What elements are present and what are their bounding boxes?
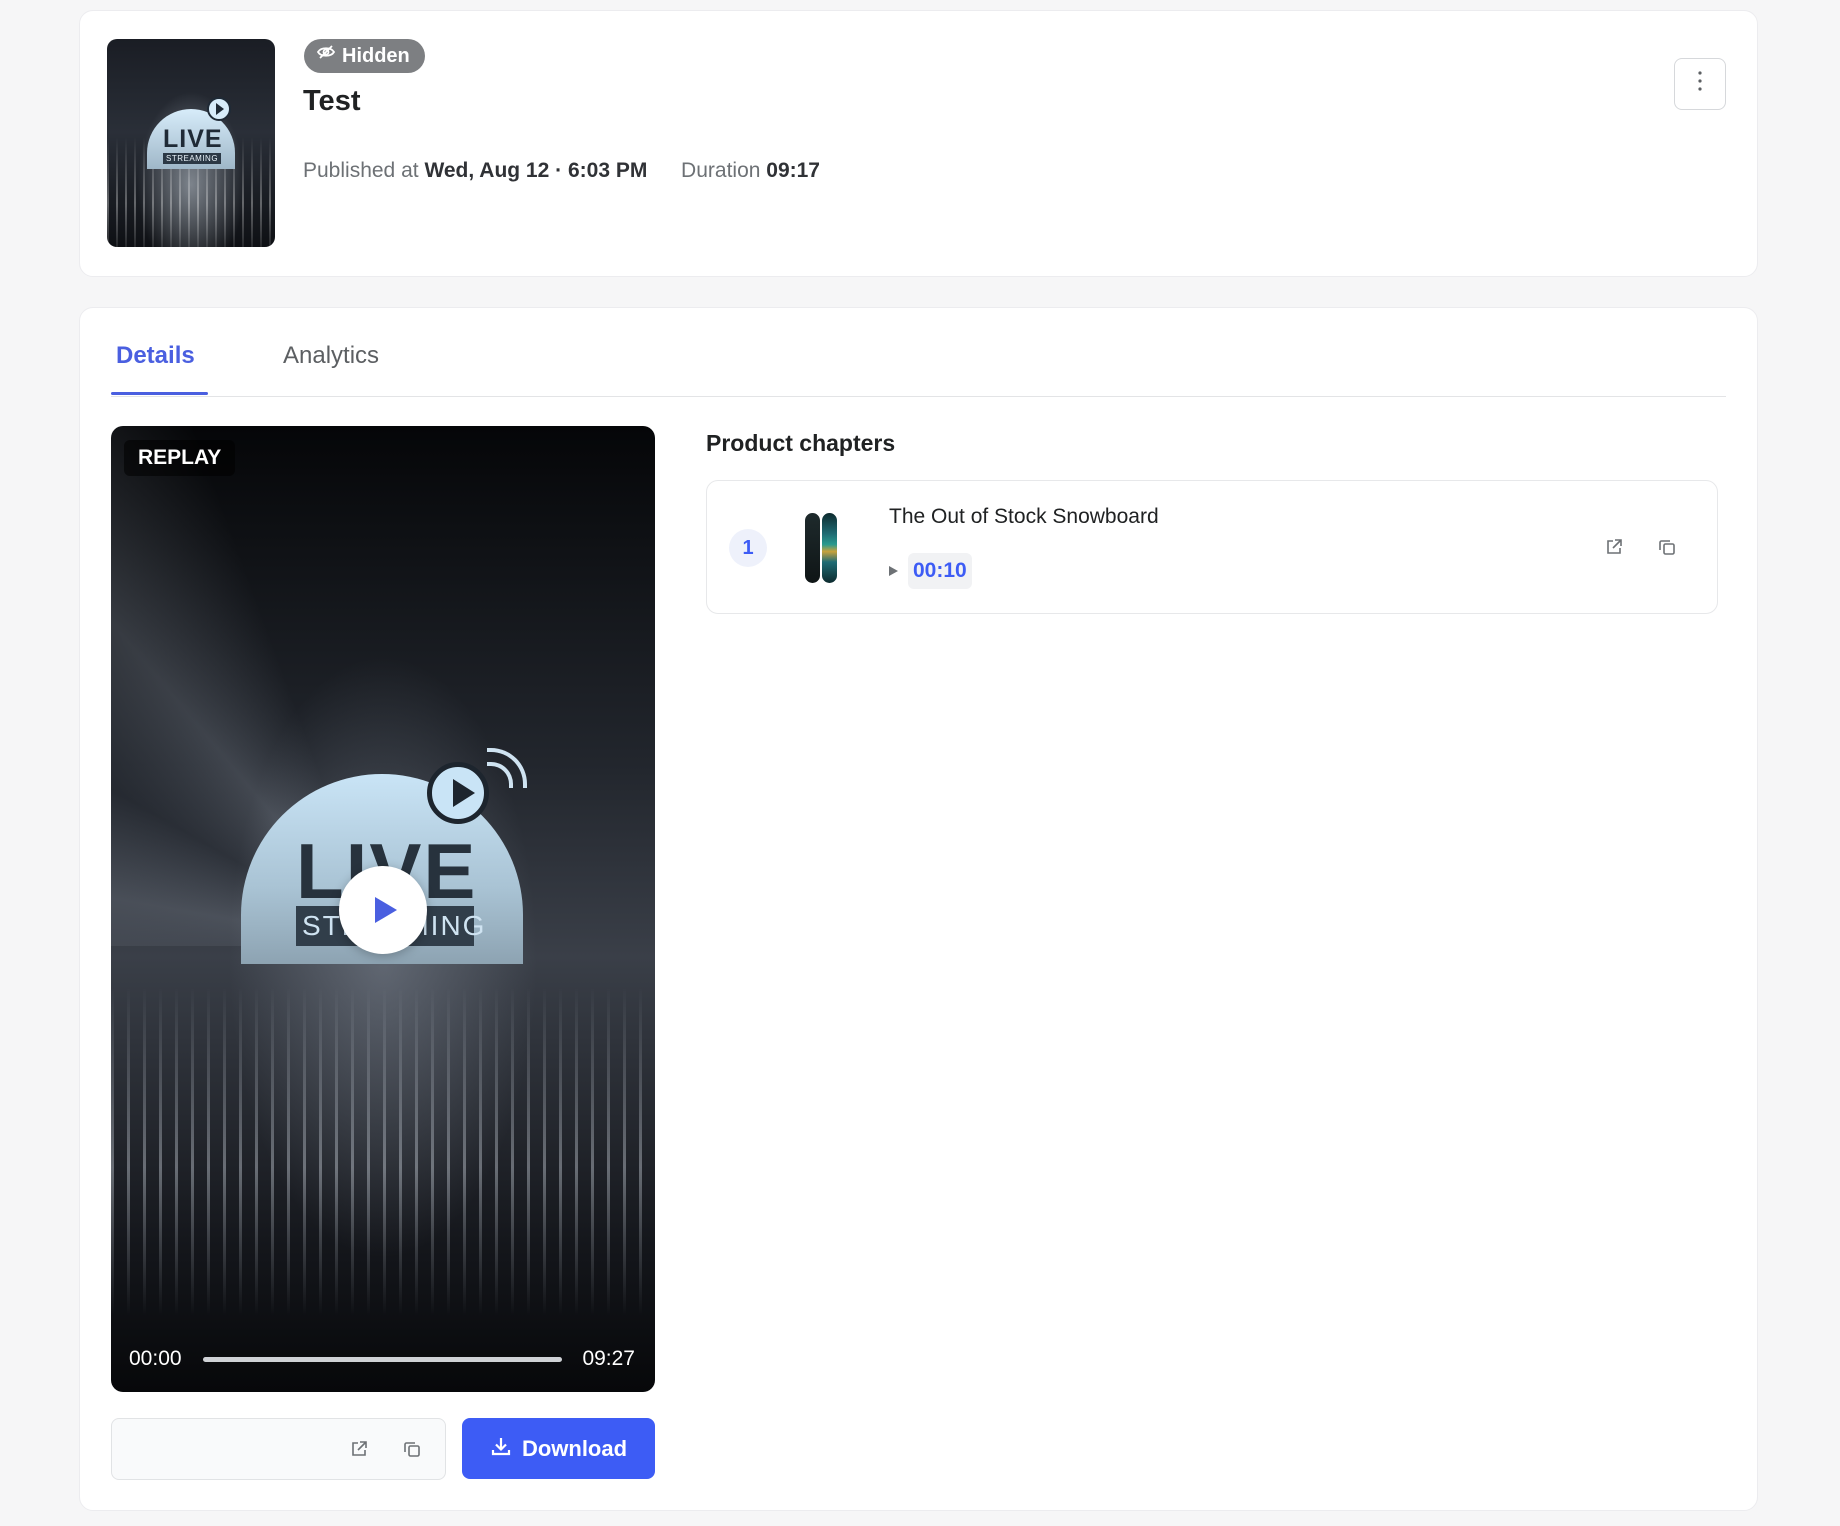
video-corridor-lights [111, 986, 655, 1316]
thumbnail-play-icon [207, 97, 231, 121]
download-label: Download [521, 1435, 628, 1461]
video-title: Test [303, 85, 361, 117]
video-thumbnail[interactable]: LIVE STREAMING [107, 39, 275, 247]
eye-off-icon [316, 39, 336, 73]
tab-analytics[interactable]: Analytics [283, 342, 379, 370]
external-link-icon[interactable] [1600, 533, 1628, 561]
thumbnail-live-text: LIVE [163, 125, 223, 153]
tab-details[interactable]: Details [116, 342, 195, 370]
thumbnail-streaming-text: STREAMING [163, 153, 222, 164]
copy-icon[interactable] [398, 1435, 426, 1463]
external-link-icon[interactable] [345, 1435, 373, 1463]
play-triangle-icon [889, 566, 898, 576]
play-button[interactable] [339, 866, 427, 954]
chapter-item[interactable]: 1 The Out of Stock Snowboard 00:10 [706, 480, 1718, 614]
tab-bar: Details Analytics [111, 308, 1726, 397]
published-label: Published at [303, 159, 419, 182]
copy-icon[interactable] [1653, 533, 1681, 561]
video-meta: Published at Wed, Aug 12 · 6:03 PM Durat… [303, 159, 820, 183]
more-actions-button[interactable] [1674, 58, 1726, 110]
video-details-card: Details Analytics LIVE STREAMING REPLAY … [79, 307, 1758, 1511]
product-chapters-title: Product chapters [706, 430, 896, 456]
status-badge: Hidden [304, 39, 425, 73]
replay-badge: REPLAY [124, 440, 236, 476]
product-name[interactable]: The Out of Stock Snowboard [889, 505, 1159, 529]
product-image [805, 513, 841, 583]
chapter-time[interactable]: 00:10 [908, 553, 972, 589]
published-separator: · [555, 159, 563, 182]
more-vertical-icon [1697, 70, 1703, 98]
live-logo-play-icon [427, 762, 489, 824]
duration-label: Duration [681, 159, 761, 182]
video-player[interactable]: LIVE STREAMING REPLAY 00:00 09:27 [111, 426, 655, 1392]
current-time: 00:00 [129, 1347, 182, 1370]
total-time: 09:27 [582, 1347, 635, 1370]
progress-bar[interactable] [203, 1357, 562, 1362]
active-tab-indicator [111, 392, 208, 395]
download-icon [490, 1435, 512, 1463]
download-button[interactable]: Download [462, 1418, 655, 1479]
video-header-card: LIVE STREAMING Hidden Test Published at … [79, 10, 1758, 277]
video-link-field[interactable] [111, 1418, 446, 1480]
duration-value: 09:17 [766, 159, 820, 182]
published-time: 6:03 PM [567, 159, 648, 182]
chapter-number: 1 [729, 529, 767, 567]
status-badge-label: Hidden [342, 45, 410, 67]
published-date: Wed, Aug 12 [424, 159, 550, 182]
chapter-timestamp[interactable]: 00:10 [889, 553, 972, 589]
